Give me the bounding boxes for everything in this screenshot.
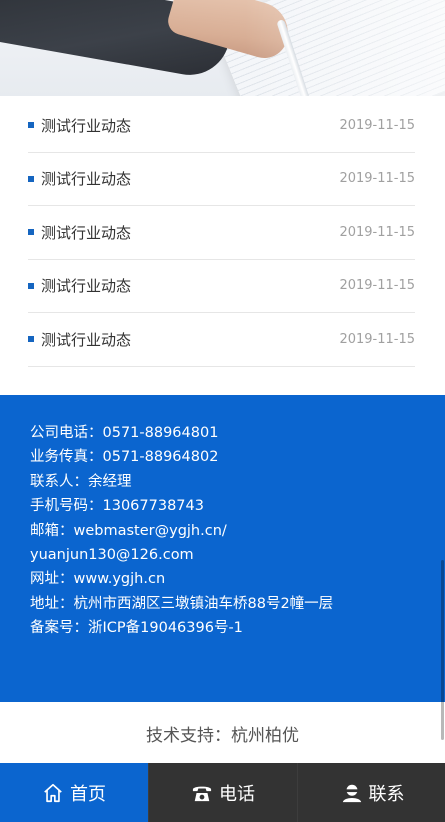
news-item[interactable]: 测试行业动态 2019-11-15 xyxy=(28,99,415,153)
news-date: 2019-11-15 xyxy=(339,171,415,187)
home-icon xyxy=(44,783,62,802)
news-title[interactable]: 测试行业动态 xyxy=(41,222,131,243)
business-fax: 业务传真：0571-88964802 xyxy=(30,449,219,466)
bullet-icon xyxy=(28,336,34,343)
nav-home-button[interactable]: 首页 xyxy=(0,763,148,822)
address: 地址：杭州市西湖区三墩镇油车桥88号2幢一层 xyxy=(30,595,334,612)
news-title[interactable]: 测试行业动态 xyxy=(41,115,131,136)
icp-record: 备案号：浙ICP备19046396号-1 xyxy=(30,620,243,637)
news-date: 2019-11-15 xyxy=(339,278,415,294)
nav-home-label: 首页 xyxy=(70,783,106,805)
nav-contact-label: 联系 xyxy=(368,783,405,805)
contact-info-panel: 公司电话：0571-88964801 业务传真：0571-88964802 联系… xyxy=(0,395,445,702)
news-item[interactable]: 测试行业动态 2019-11-15 xyxy=(28,206,415,260)
tech-support: 技术支持：杭州柏优 xyxy=(0,703,445,763)
user-icon xyxy=(342,784,361,802)
mobile-number[interactable]: 手机号码：13067738743 xyxy=(30,494,445,518)
nav-contact-button[interactable]: 联系 xyxy=(297,763,445,822)
news-item[interactable]: 测试行业动态 2019-11-15 xyxy=(28,153,415,206)
news-item[interactable]: 测试行业动态 2019-11-15 xyxy=(28,313,415,367)
bullet-icon xyxy=(28,175,34,182)
news-item[interactable]: 测试行业动态 2019-11-15 xyxy=(28,260,415,313)
scrollbar[interactable] xyxy=(441,560,444,740)
company-phone[interactable]: 公司电话：0571-88964801 xyxy=(30,421,445,445)
contact-person: 联系人：余经理 xyxy=(30,473,132,490)
phone-icon xyxy=(192,786,212,801)
news-date: 2019-11-15 xyxy=(339,117,415,133)
website[interactable]: 网址：www.ygjh.cn xyxy=(30,567,445,591)
news-date: 2019-11-15 xyxy=(339,331,415,347)
bullet-icon xyxy=(28,229,34,236)
bullet-icon xyxy=(28,122,34,129)
bottom-nav: 首页 电话 联系 xyxy=(0,763,445,822)
email-line-1[interactable]: 邮箱：webmaster@ygjh.cn/ xyxy=(30,519,445,543)
nav-phone-button[interactable]: 电话 xyxy=(148,763,297,822)
news-list: 测试行业动态 2019-11-15 测试行业动态 2019-11-15 测试行业… xyxy=(28,99,415,367)
bullet-icon xyxy=(28,282,34,289)
news-date: 2019-11-15 xyxy=(339,224,415,240)
news-title[interactable]: 测试行业动态 xyxy=(41,168,131,189)
news-title[interactable]: 测试行业动态 xyxy=(41,329,131,350)
nav-phone-label: 电话 xyxy=(219,783,255,805)
email-line-2[interactable]: yuanjun130@126.com xyxy=(30,543,445,567)
banner-image xyxy=(0,0,445,96)
news-title[interactable]: 测试行业动态 xyxy=(41,275,131,296)
